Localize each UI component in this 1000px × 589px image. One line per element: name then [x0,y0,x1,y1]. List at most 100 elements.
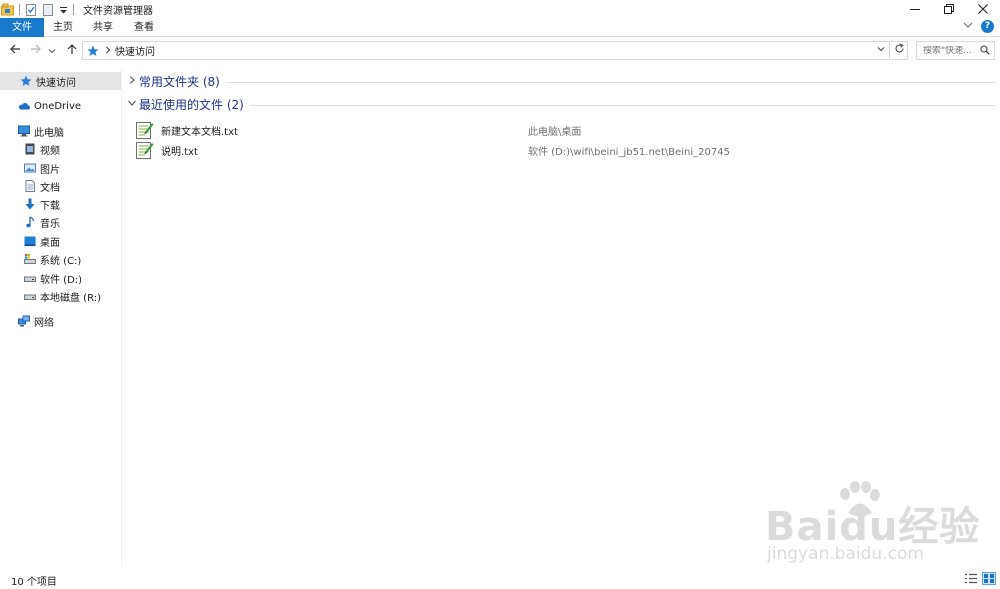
tab-view[interactable]: 查看 [128,18,160,37]
recent-locations-button[interactable] [47,42,57,60]
restore-icon [944,4,954,14]
star-icon [20,75,32,87]
refresh-icon [894,43,904,53]
sidebar-item-label: 音乐 [40,218,60,230]
refresh-button[interactable] [891,41,908,60]
expand-ribbon-chevron-icon[interactable] [963,20,973,33]
sidebar-item-quick-access[interactable]: 快速访问 [0,72,121,90]
picture-icon [24,162,36,174]
quick-access-toolbar [0,0,79,18]
sidebar-item-drive-d[interactable]: 软件 (D:) [24,269,82,287]
toolbar-separator [19,3,20,15]
large-icons-view-icon[interactable] [982,572,996,585]
tab-share[interactable]: 共享 [87,18,119,37]
explorer-app-icon[interactable] [1,3,14,16]
sidebar-item-drive-c[interactable]: 系统 (C:) [24,250,81,268]
sidebar-item-label: 视频 [40,145,60,157]
chevron-down-icon[interactable] [126,99,138,110]
group-header-recent-files[interactable]: 最近使用的文件 (2) [126,94,996,114]
customize-toolbar-dropdown-icon[interactable] [59,3,68,16]
chevron-down-icon [48,49,56,54]
address-history-dropdown-icon[interactable] [876,44,886,57]
toolbar-separator [73,3,74,15]
close-icon [978,4,988,14]
sidebar-item-label: 此电脑 [34,127,64,139]
sidebar-item-network[interactable]: 网络 [18,312,54,330]
sidebar-item-label: 桌面 [40,237,60,249]
search-input[interactable] [923,45,979,56]
minimize-button[interactable] [898,0,932,18]
file-location: 此电脑\桌面 [528,126,582,138]
sidebar-item-label: OneDrive [34,100,82,112]
group-title: 常用文件夹 (8) [139,74,220,89]
group-divider [225,81,996,83]
title-bar: 文件资源管理器 [0,0,1000,18]
sidebar-item-label: 图片 [40,164,60,176]
download-icon [24,198,36,210]
sidebar-item-this-pc[interactable]: 此电脑 [18,122,64,140]
drive-icon [24,290,36,302]
music-icon [24,216,36,228]
system-drive-icon [24,253,36,265]
desktop-icon [24,235,36,247]
file-row[interactable]: 新建文本文档.txt 此电脑\桌面 [136,120,996,140]
ribbon-tab-bar: 文件 主页 共享 查看 ? [0,18,1000,37]
text-file-icon [136,140,154,160]
chevron-right-icon[interactable] [126,75,138,88]
ribbon-right-controls: ? [963,20,994,33]
sidebar-item-label: 下载 [40,200,60,212]
sidebar-item-desktop[interactable]: 桌面 [24,232,60,250]
search-icon[interactable] [980,45,990,55]
up-button[interactable] [64,42,80,60]
video-icon [24,143,36,155]
group-title: 最近使用的文件 (2) [139,97,244,112]
sidebar-item-pictures[interactable]: 图片 [24,159,60,177]
cloud-icon [18,100,30,112]
properties-icon[interactable] [25,3,38,16]
search-box[interactable] [916,41,995,60]
window-title: 文件资源管理器 [83,5,153,17]
back-arrow-icon [10,44,20,54]
sidebar-item-downloads[interactable]: 下载 [24,195,60,213]
status-bar: 10 个项目 [0,570,1000,589]
group-divider [249,104,996,106]
help-icon[interactable]: ? [981,20,994,33]
address-bar[interactable]: 快速访问 [82,41,890,60]
sidebar-item-label: 文档 [40,182,60,194]
view-switcher [960,572,996,585]
file-name: 说明.txt [161,146,198,158]
file-row[interactable]: 说明.txt 软件 (D:)\wifi\beini_jb51.net\Beini… [136,140,996,160]
file-list-pane: 常用文件夹 (8) 最近使用的文件 (2) 新建文本文档.txt 此电脑\桌面 … [124,67,1000,567]
file-name: 新建文本文档.txt [161,126,238,138]
sidebar-item-documents[interactable]: 文档 [24,177,60,195]
sidebar-item-videos[interactable]: 视频 [24,140,60,158]
forward-arrow-icon [31,44,41,54]
file-location: 软件 (D:)\wifi\beini_jb51.net\Beini_20745 [528,146,730,158]
up-arrow-icon [67,44,77,54]
minimize-icon [910,9,920,10]
computer-icon [18,125,30,137]
restore-button[interactable] [932,0,966,18]
details-view-icon[interactable] [964,572,978,585]
group-header-frequent-folders[interactable]: 常用文件夹 (8) [126,71,996,91]
tab-file[interactable]: 文件 [0,18,44,37]
text-file-icon [136,120,154,140]
navigation-bar: 快速访问 [0,40,1000,62]
drive-icon [24,272,36,284]
sidebar-item-music[interactable]: 音乐 [24,213,60,231]
forward-button[interactable] [28,42,44,60]
sidebar-item-label: 系统 (C:) [40,255,82,267]
quick-access-star-icon [87,45,99,57]
breadcrumb-quick-access[interactable]: 快速访问 [115,43,155,58]
new-folder-icon[interactable] [42,3,55,16]
sidebar-item-onedrive[interactable]: OneDrive [18,97,81,115]
breadcrumb-chevron-icon [105,44,111,57]
navigation-pane: 快速访问 OneDrive 此电脑 视频 图片 文档 下载 音乐 桌面 系统 (… [0,67,122,567]
tab-home[interactable]: 主页 [47,18,79,37]
sidebar-item-label: 网络 [34,317,54,329]
sidebar-item-drive-r[interactable]: 本地磁盘 (R:) [24,287,101,305]
network-icon [18,315,30,327]
back-button[interactable] [7,42,23,60]
document-icon [24,180,36,192]
close-button[interactable] [966,0,1000,18]
